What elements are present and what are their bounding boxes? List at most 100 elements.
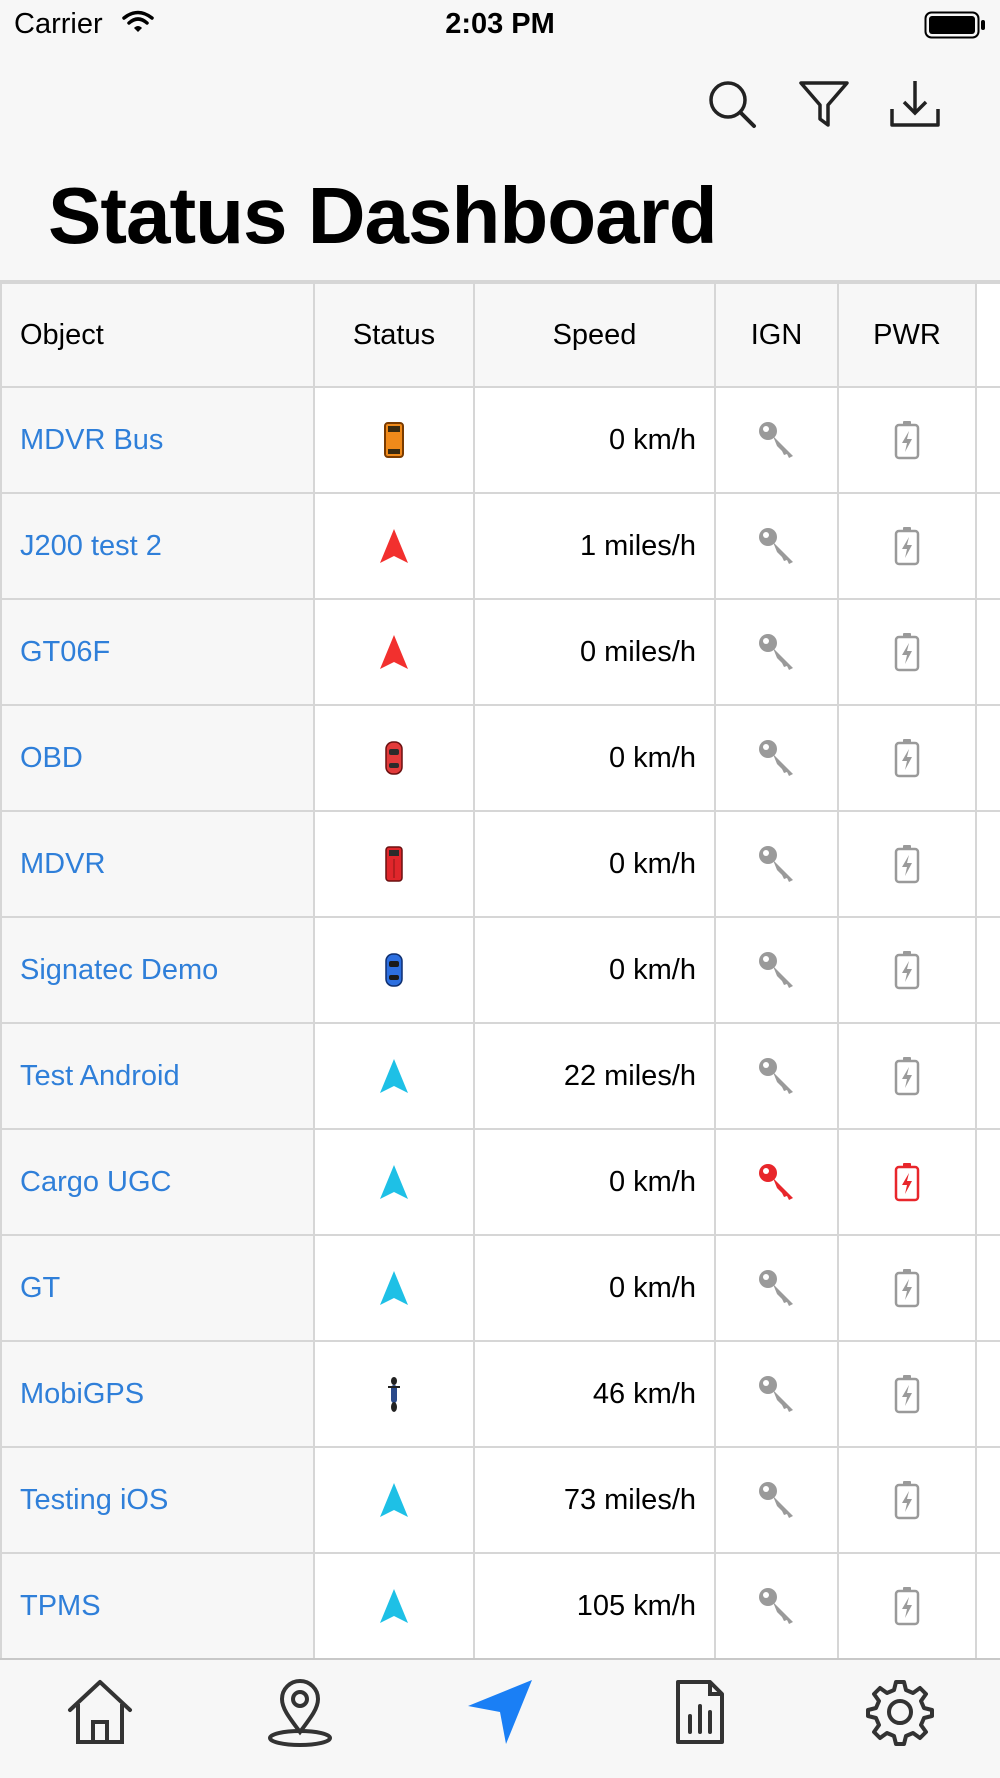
power-battery-icon (883, 1476, 931, 1524)
table-row[interactable]: MobiGPS 46 km/h (0, 1340, 1000, 1448)
overflow-cell (975, 1022, 1000, 1130)
status-table-container[interactable]: Object Status Speed IGN PWR MDVR Bus 0 km… (0, 280, 1000, 1658)
object-name-link[interactable]: Testing iOS (0, 1446, 315, 1554)
arrow-cyan-icon (370, 1158, 418, 1206)
pwr-cell (837, 704, 977, 812)
power-battery-icon (883, 734, 931, 782)
table-row[interactable]: GT 0 km/h (0, 1234, 1000, 1342)
column-header-object[interactable]: Object (0, 282, 315, 388)
object-name-link[interactable]: TPMS (0, 1552, 315, 1658)
table-row[interactable]: MDVR Bus 0 km/h (0, 386, 1000, 494)
filter-button[interactable] (792, 74, 856, 138)
object-name-link[interactable]: Test Android (0, 1022, 315, 1130)
pwr-cell (837, 1340, 977, 1448)
status-cell (313, 386, 475, 494)
ignition-key-icon (753, 628, 801, 676)
home-icon (64, 1676, 136, 1753)
column-header-pwr[interactable]: PWR (837, 282, 977, 388)
battery-icon (924, 11, 986, 44)
speed-value: 0 km/h (473, 810, 716, 918)
object-name-link[interactable]: Signatec Demo (0, 916, 315, 1024)
report-icon (664, 1676, 736, 1753)
tab-navigation[interactable] (455, 1674, 545, 1754)
arrow-cyan-icon (370, 1582, 418, 1630)
bus-icon (370, 416, 418, 464)
status-cell (313, 1234, 475, 1342)
overflow-cell (975, 1234, 1000, 1342)
column-header-overflow (975, 282, 1000, 388)
download-button[interactable] (883, 74, 947, 138)
column-header-ign[interactable]: IGN (714, 282, 839, 388)
speed-value: 73 miles/h (473, 1446, 716, 1554)
tab-reports[interactable] (655, 1674, 745, 1754)
search-button[interactable] (700, 74, 764, 138)
motorcycle-icon (370, 1370, 418, 1418)
download-icon (888, 77, 942, 136)
speed-value: 0 km/h (473, 386, 716, 494)
ignition-key-icon (753, 1476, 801, 1524)
table-row[interactable]: Cargo UGC 0 km/h (0, 1128, 1000, 1236)
arrow-red-icon (370, 522, 418, 570)
object-name-link[interactable]: MDVR (0, 810, 315, 918)
table-row[interactable]: Testing iOS 73 miles/h (0, 1446, 1000, 1554)
pwr-cell (837, 810, 977, 918)
table-row[interactable]: J200 test 2 1 miles/h (0, 492, 1000, 600)
overflow-cell (975, 598, 1000, 706)
status-cell (313, 598, 475, 706)
power-battery-icon (883, 946, 931, 994)
overflow-cell (975, 1446, 1000, 1554)
nav-header: Status Dashboard (0, 52, 1000, 280)
object-name-link[interactable]: OBD (0, 704, 315, 812)
table-row[interactable]: TPMS 105 km/h (0, 1552, 1000, 1658)
column-header-speed[interactable]: Speed (473, 282, 716, 388)
ign-cell (714, 598, 839, 706)
power-battery-icon (883, 1052, 931, 1100)
truck-red-icon (370, 840, 418, 888)
tab-settings[interactable] (855, 1674, 945, 1754)
object-name-link[interactable]: MDVR Bus (0, 386, 315, 494)
arrow-cyan-icon (370, 1264, 418, 1312)
table-header-row: Object Status Speed IGN PWR (0, 282, 1000, 388)
pwr-cell (837, 1128, 977, 1236)
ign-cell (714, 492, 839, 600)
car-red-icon (370, 734, 418, 782)
pwr-cell (837, 1234, 977, 1342)
pwr-cell (837, 598, 977, 706)
tab-map[interactable] (255, 1674, 345, 1754)
ign-cell (714, 810, 839, 918)
power-battery-icon (883, 1370, 931, 1418)
ignition-key-icon (753, 734, 801, 782)
status-cell (313, 810, 475, 918)
tab-home[interactable] (55, 1674, 145, 1754)
tab-bar (0, 1658, 1000, 1778)
ign-cell (714, 1552, 839, 1658)
ign-cell (714, 386, 839, 494)
ignition-key-icon (753, 522, 801, 570)
power-battery-icon (883, 628, 931, 676)
ign-cell (714, 1234, 839, 1342)
column-header-status[interactable]: Status (313, 282, 475, 388)
table-row[interactable]: Test Android 22 miles/h (0, 1022, 1000, 1130)
pwr-cell (837, 1552, 977, 1658)
object-name-link[interactable]: Cargo UGC (0, 1128, 315, 1236)
power-battery-icon (883, 1158, 931, 1206)
table-row[interactable]: GT06F 0 miles/h (0, 598, 1000, 706)
object-name-link[interactable]: GT06F (0, 598, 315, 706)
ign-cell (714, 1340, 839, 1448)
ignition-key-icon (753, 1264, 801, 1312)
table-row[interactable]: OBD 0 km/h (0, 704, 1000, 812)
object-name-link[interactable]: GT (0, 1234, 315, 1342)
overflow-cell (975, 492, 1000, 600)
ign-cell (714, 916, 839, 1024)
pwr-cell (837, 1446, 977, 1554)
table-row[interactable]: Signatec Demo 0 km/h (0, 916, 1000, 1024)
status-cell (313, 1446, 475, 1554)
object-name-link[interactable]: MobiGPS (0, 1340, 315, 1448)
status-cell (313, 1128, 475, 1236)
table-row[interactable]: MDVR 0 km/h (0, 810, 1000, 918)
object-name-link[interactable]: J200 test 2 (0, 492, 315, 600)
status-bar: Carrier 2:03 PM (0, 0, 1000, 52)
ign-cell (714, 1446, 839, 1554)
overflow-cell (975, 1128, 1000, 1236)
arrow-cyan-icon (370, 1476, 418, 1524)
